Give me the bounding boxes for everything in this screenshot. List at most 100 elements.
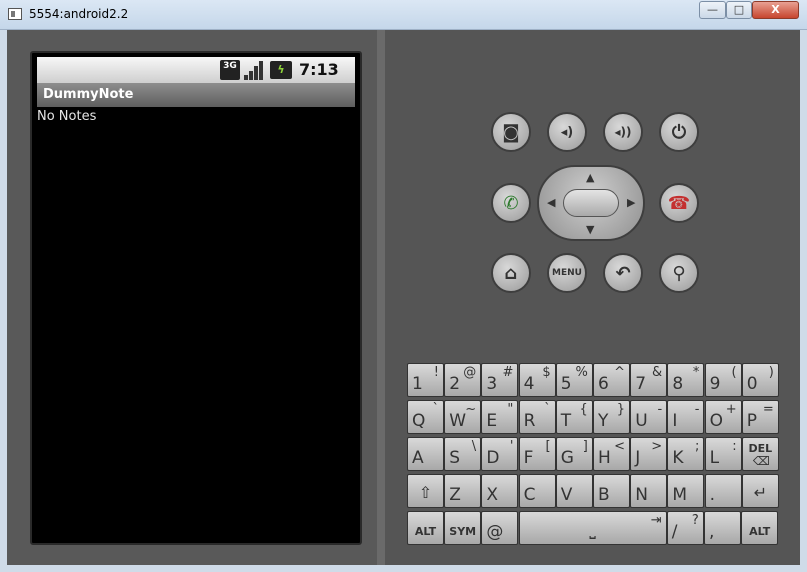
shift-key-label: ⇧ — [418, 483, 433, 502]
key-o[interactable]: O + — [704, 400, 742, 434]
space-key-alt-label: ⇥ — [650, 513, 662, 528]
key-9[interactable]: 9( — [704, 363, 742, 397]
volume-up-icon: ◂)) — [614, 125, 632, 139]
key-l-alt-label: : — [732, 439, 737, 454]
key-t[interactable]: T{ — [555, 400, 593, 434]
camera-icon: ◙ — [502, 121, 520, 143]
volume-down-button[interactable]: ◂) — [547, 112, 587, 152]
key-s-label: S — [449, 448, 460, 468]
key-4[interactable]: 4 $ — [518, 363, 556, 397]
maximize-button[interactable]: □ — [726, 1, 752, 19]
dpad-left-icon[interactable]: ◀ — [547, 196, 555, 209]
search-button[interactable]: ⚲ — [659, 253, 699, 293]
key-symbol[interactable]: /? — [666, 511, 704, 545]
key-v[interactable]: V — [555, 474, 593, 508]
emulator-controls-panel: ◙ ◂) ◂)) ⏻ ✆ ▲ ▼ ◀ ▶ ☎ ⌂ MENU ↶ ⚲ 1 ! 2 … — [385, 30, 800, 565]
power-button[interactable]: ⏻ — [659, 112, 699, 152]
home-icon: ⌂ — [504, 262, 518, 284]
key-g[interactable]: G] — [555, 437, 593, 471]
home-button[interactable]: ⌂ — [491, 253, 531, 293]
shift-key[interactable]: ⇧ — [407, 474, 444, 508]
dpad-right-icon[interactable]: ▶ — [627, 196, 635, 209]
key-m-label: M — [672, 485, 688, 505]
key-p-label: P — [746, 411, 758, 431]
android-status-bar[interactable]: 3G ϟ 7:13 AM — [37, 57, 355, 97]
volume-up-button[interactable]: ◂)) — [603, 112, 643, 152]
window-titlebar: 5554:android2.2 — □ X — [0, 0, 807, 30]
end-call-icon: ☎ — [667, 192, 691, 214]
key-q[interactable]: Q ` — [407, 400, 444, 434]
alt-key-label: ALT — [749, 525, 771, 538]
key-y-label: Y — [598, 411, 609, 431]
alt-key-label: ALT — [414, 525, 437, 538]
key-4-label: 4 — [523, 374, 535, 394]
call-button[interactable]: ✆ — [491, 183, 531, 223]
key-c[interactable]: C — [518, 474, 556, 508]
key-a-label: A — [412, 448, 424, 468]
key-u[interactable]: U- — [630, 400, 668, 434]
key-w-alt-label: ~ — [465, 402, 477, 417]
key-i[interactable]: I- — [667, 400, 705, 434]
key-x[interactable]: X — [481, 474, 519, 508]
key-5-alt-label: % — [575, 365, 588, 380]
phone-call-icon: ✆ — [503, 192, 519, 214]
dpad-center-button[interactable] — [563, 189, 619, 217]
dpad-down-icon[interactable]: ▼ — [586, 223, 594, 236]
menu-label: MENU — [552, 268, 582, 278]
key-8[interactable]: 8 * — [667, 363, 705, 397]
key-e[interactable]: E " — [481, 400, 519, 434]
key-z[interactable]: Z — [444, 474, 482, 508]
key-symbol[interactable]: . — [704, 474, 742, 508]
key-symbol[interactable]: , — [704, 511, 741, 545]
key-w[interactable]: W ~ — [444, 400, 482, 434]
volume-down-icon: ◂) — [560, 124, 574, 140]
camera-button[interactable]: ◙ — [491, 112, 531, 152]
key-r[interactable]: R ` — [518, 400, 556, 434]
alt-key[interactable]: ALT — [407, 511, 444, 545]
key-f[interactable]: F[ — [518, 437, 556, 471]
key-d[interactable]: D ' — [481, 437, 519, 471]
enter-key[interactable]: ↵ — [741, 474, 779, 508]
key-k[interactable]: K; — [667, 437, 705, 471]
key-l[interactable]: L: — [704, 437, 742, 471]
key-i-alt-label: - — [694, 402, 700, 417]
key-f-label: F — [523, 448, 534, 468]
key-2[interactable]: 2 @ — [444, 363, 482, 397]
key-b[interactable]: B — [593, 474, 630, 508]
key-j[interactable]: J > — [630, 437, 668, 471]
back-button[interactable]: ↶ — [603, 253, 643, 293]
device-screen[interactable]: 3G ϟ 7:13 AM DummyNote No Notes — [30, 51, 362, 545]
key-s[interactable]: S \ — [444, 437, 482, 471]
alt-key[interactable]: ALT — [741, 511, 779, 545]
empty-list-text: No Notes — [37, 109, 97, 124]
delete-key[interactable]: DEL ⌫ — [741, 437, 779, 471]
key-y[interactable]: Y} — [593, 400, 630, 434]
minimize-button[interactable]: — — [699, 1, 726, 19]
key-1[interactable]: 1! — [407, 363, 444, 397]
key-w-label: W — [449, 411, 466, 431]
end-call-button[interactable]: ☎ — [659, 183, 699, 223]
key-a[interactable]: A — [407, 437, 444, 471]
key-p[interactable]: P = — [741, 400, 779, 434]
space-key[interactable]: ⎵ ⇥ — [518, 511, 667, 545]
key-3[interactable]: 3 # — [481, 363, 519, 397]
key-h-label: H — [598, 448, 611, 468]
close-button[interactable]: X — [752, 1, 799, 19]
key-m[interactable]: M — [667, 474, 705, 508]
dpad-up-icon[interactable]: ▲ — [586, 171, 594, 184]
key-7[interactable]: 7 & — [630, 363, 668, 397]
key-s-alt-label: \ — [471, 439, 477, 454]
key-symbol[interactable]: @ — [481, 511, 519, 545]
key-5[interactable]: 5% — [555, 363, 593, 397]
key-n[interactable]: N — [630, 474, 668, 508]
key-0[interactable]: 0) — [741, 363, 779, 397]
key-j-alt-label: > — [651, 439, 663, 454]
dpad[interactable]: ▲ ▼ ◀ ▶ — [537, 165, 645, 241]
key-u-label: U — [635, 411, 648, 431]
sym-key[interactable]: SYM — [444, 511, 482, 545]
key-6-alt-label: ^ — [614, 365, 625, 380]
menu-button[interactable]: MENU — [547, 253, 587, 293]
key-h[interactable]: H < — [593, 437, 630, 471]
key-h-alt-label: < — [614, 439, 625, 454]
key-6[interactable]: 6 ^ — [593, 363, 630, 397]
